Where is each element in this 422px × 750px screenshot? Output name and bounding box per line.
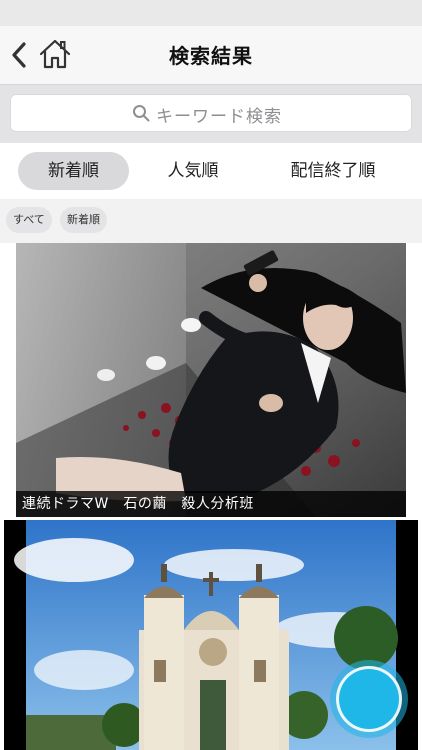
- status-bar: [0, 0, 422, 26]
- page-title: 検索結果: [169, 44, 253, 68]
- circle-button-icon: [330, 660, 408, 738]
- floating-action-button[interactable]: [328, 658, 410, 740]
- search-icon: [133, 105, 150, 122]
- chip-newest[interactable]: 新着順: [60, 207, 107, 233]
- tab-newest[interactable]: 新着順: [18, 152, 129, 190]
- result-card[interactable]: 連続ドラマW 石の繭 殺人分析班: [16, 243, 406, 517]
- search-input[interactable]: キーワード検索: [10, 94, 412, 132]
- sort-tabs: 新着順 人気順 配信終了順: [0, 143, 422, 199]
- search-placeholder: キーワード検索: [156, 107, 282, 127]
- drama-thumbnail: [16, 243, 406, 517]
- tab-popular[interactable]: 人気順: [138, 152, 248, 190]
- chip-all[interactable]: すべて: [6, 207, 52, 233]
- search-bar: キーワード検索: [0, 85, 422, 143]
- tab-ending-soon[interactable]: 配信終了順: [270, 152, 396, 190]
- filter-chips: すべて 新着順: [0, 199, 422, 243]
- navigation-bar: 検索結果: [0, 26, 422, 85]
- result-title: 連続ドラマW 石の繭 殺人分析班: [16, 491, 406, 517]
